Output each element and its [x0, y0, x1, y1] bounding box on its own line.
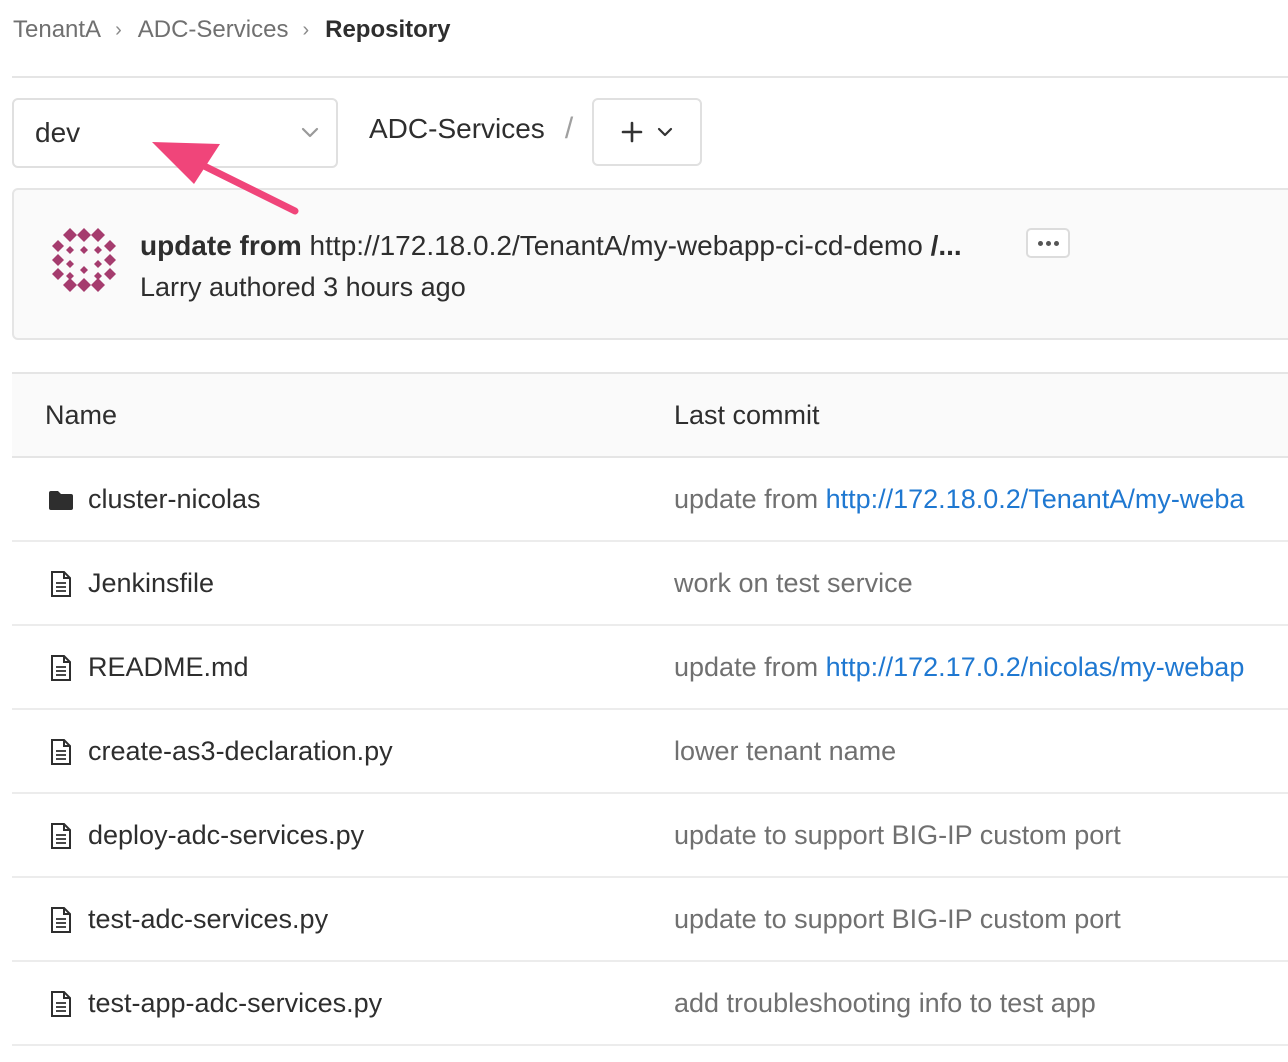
breadcrumb-current[interactable]: Repository [325, 16, 450, 44]
header-divider [12, 76, 1288, 78]
file-name-link[interactable]: cluster-nicolas [88, 484, 261, 515]
file-name-link[interactable]: create-as3-declaration.py [88, 736, 393, 767]
file-icon [48, 906, 74, 934]
breadcrumb-tenant[interactable]: TenantA [13, 16, 101, 44]
file-icon [48, 570, 74, 598]
file-icon [48, 654, 74, 682]
commit-link[interactable]: http://172.18.0.2/TenantA/my-weba [826, 484, 1245, 514]
file-icon [48, 738, 74, 766]
commit-message-text: update from [674, 652, 826, 682]
ellipsis-icon [1053, 240, 1059, 246]
chevron-down-icon [657, 127, 673, 137]
commit-title-truncation: /... [930, 230, 962, 261]
commit-title-bold: update from [140, 230, 302, 261]
table-row[interactable]: cluster-nicolas update from http://172.18… [12, 458, 1288, 542]
table-row[interactable]: create-as3-declaration.py lower tenant na… [12, 710, 1288, 794]
avatar[interactable] [50, 226, 118, 294]
branch-selector-value: dev [35, 117, 81, 148]
commit-message[interactable]: work on test service [674, 568, 913, 599]
path-separator: / [564, 112, 574, 145]
column-header-last-commit: Last commit [674, 400, 820, 430]
table-row[interactable]: deploy-adc-services.py update to support … [12, 794, 1288, 878]
table-row[interactable]: README.md update from http://172.17.0.2/n… [12, 626, 1288, 710]
table-body: cluster-nicolas update from http://172.18… [12, 458, 1288, 1046]
commit-message[interactable]: add troubleshooting info to test app [674, 988, 1096, 1019]
file-name-link[interactable]: Jenkinsfile [88, 568, 214, 599]
file-name-link[interactable]: test-adc-services.py [88, 904, 328, 935]
file-icon [48, 990, 74, 1018]
table-row[interactable]: Jenkinsfile work on test service [12, 542, 1288, 626]
table-header: Name Last commit [12, 372, 1288, 458]
breadcrumb-separator-icon: › [302, 18, 310, 41]
commit-message-text: work on test service [674, 568, 913, 598]
file-table: Name Last commit cluster-nicolas update f… [12, 372, 1288, 1046]
commit-title-url: http://172.18.0.2/TenantA/my-webapp-ci-c… [301, 230, 931, 261]
file-name-link[interactable]: README.md [88, 652, 249, 683]
breadcrumb-project[interactable]: ADC-Services [138, 16, 289, 44]
commit-message[interactable]: update to support BIG-IP custom port [674, 904, 1121, 935]
commit-message-text: update from [674, 484, 826, 514]
commit-message[interactable]: update from http://172.18.0.2/TenantA/my… [674, 484, 1244, 515]
commit-title[interactable]: update from http://172.18.0.2/TenantA/my… [140, 230, 962, 262]
file-name-link[interactable]: deploy-adc-services.py [88, 820, 364, 851]
file-name-link[interactable]: test-app-adc-services.py [88, 988, 382, 1019]
branch-selector[interactable]: dev [12, 98, 338, 168]
commit-message-text: lower tenant name [674, 736, 897, 766]
table-row[interactable]: test-app-adc-services.py add troubleshoot… [12, 962, 1288, 1046]
last-commit-panel: update from http://172.18.0.2/TenantA/my… [12, 188, 1288, 340]
chevron-down-icon [301, 127, 319, 138]
folder-icon [48, 486, 74, 514]
column-header-name: Name [45, 400, 118, 430]
project-path: ADC-Services / [369, 112, 573, 146]
commit-author-line: Larry authored 3 hours ago [140, 272, 466, 302]
commit-expand-button[interactable] [1026, 228, 1070, 258]
breadcrumb-separator-icon: › [115, 18, 122, 41]
commit-message[interactable]: lower tenant name [674, 736, 896, 767]
commit-message-text: update to support BIG-IP custom port [674, 904, 1121, 934]
ellipsis-icon [1037, 240, 1043, 246]
ellipsis-icon [1045, 240, 1051, 246]
breadcrumb: TenantA › ADC-Services › Repository [13, 14, 450, 46]
commit-message-text: update to support BIG-IP custom port [674, 820, 1121, 850]
commit-message[interactable]: update from http://172.17.0.2/nicolas/my… [674, 652, 1244, 683]
project-path-name[interactable]: ADC-Services [369, 113, 545, 145]
plus-icon [621, 121, 643, 143]
file-icon [48, 822, 74, 850]
add-file-dropdown-button[interactable] [592, 98, 702, 166]
table-row[interactable]: test-adc-services.py update to support BI… [12, 878, 1288, 962]
commit-message[interactable]: update to support BIG-IP custom port [674, 820, 1121, 851]
commit-link[interactable]: http://172.17.0.2/nicolas/my-webap [826, 652, 1245, 682]
commit-message-text: add troubleshooting info to test app [674, 988, 1096, 1018]
